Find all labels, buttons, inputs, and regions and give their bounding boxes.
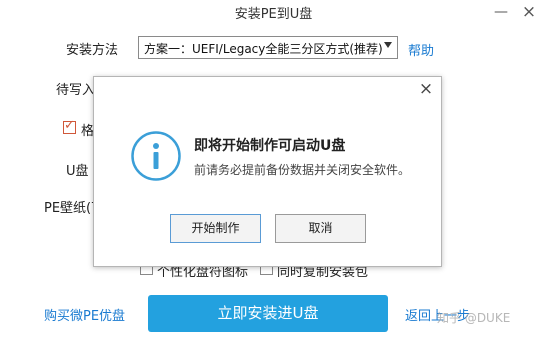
start-build-button[interactable]: 开始制作: [170, 214, 261, 243]
help-link[interactable]: 帮助: [408, 40, 434, 59]
usb-drive-label: U盘: [66, 164, 89, 179]
confirm-dialog: × 即将开始制作可启动U盘 前请务必提前备份数据并关闭安全软件。 开始制作 取消: [93, 76, 442, 267]
cancel-button[interactable]: 取消: [275, 214, 366, 243]
info-icon: [131, 131, 181, 181]
write-target-label: 待写入: [56, 83, 96, 98]
install-to-usb-button[interactable]: 立即安装进U盘: [148, 295, 388, 332]
dialog-title: 即将开始制作可启动U盘: [194, 138, 346, 154]
buy-usb-link[interactable]: 购买微PE优盘: [44, 305, 125, 324]
close-button[interactable]: ×: [518, 2, 540, 22]
dialog-close-icon[interactable]: ×: [417, 80, 435, 98]
install-method-select[interactable]: 方案一：UEFI/Legacy全能三分区方式(推荐): [138, 36, 398, 59]
window-title: 安装PE到U盘: [234, 7, 313, 22]
install-method-label: 安装方法: [66, 43, 119, 58]
format-checkbox[interactable]: [63, 118, 76, 134]
dialog-message: 前请务必提前备份数据并关闭安全软件。: [194, 163, 411, 177]
minimize-button[interactable]: —: [490, 2, 512, 22]
title-bar: 安装PE到U盘 — ×: [0, 0, 547, 26]
dropdown-arrow-icon: [384, 42, 392, 48]
watermark: 知乎 @DUKE: [437, 311, 511, 325]
install-method-value: 方案一：UEFI/Legacy全能三分区方式(推荐): [144, 42, 383, 56]
